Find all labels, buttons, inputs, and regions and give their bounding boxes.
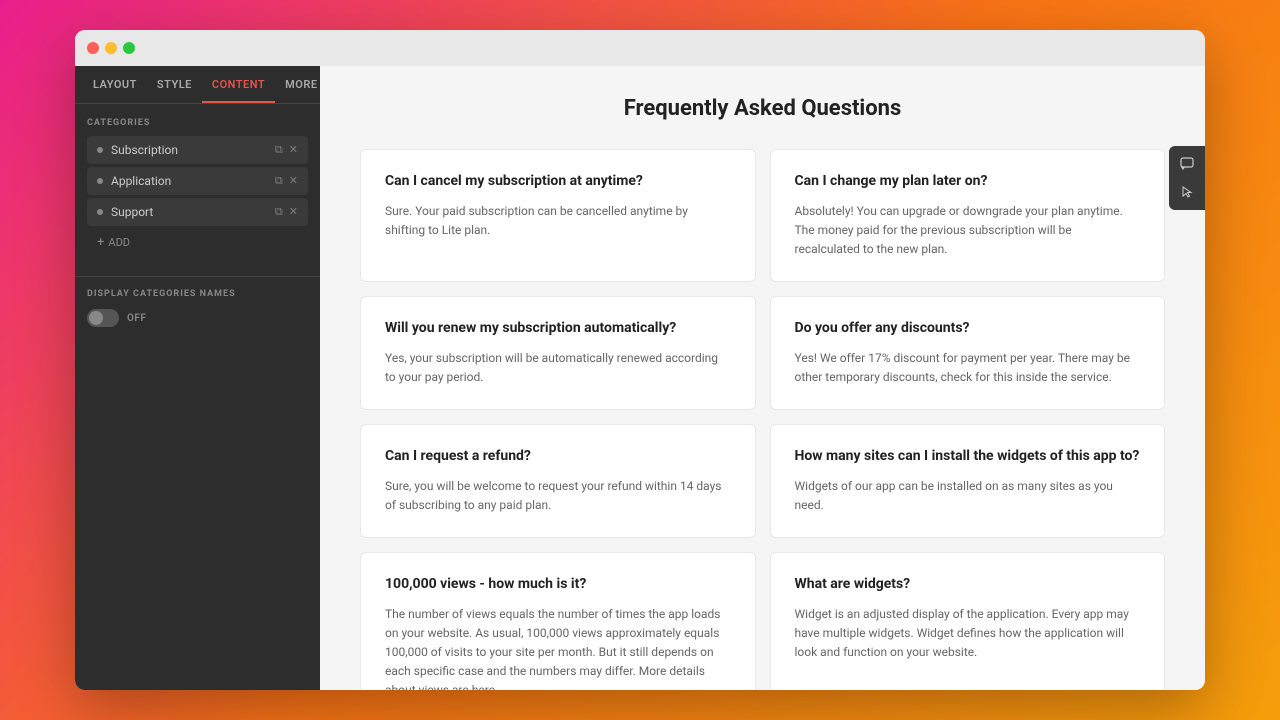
dot-red[interactable] bbox=[87, 42, 99, 54]
delete-icon[interactable]: ✕ bbox=[289, 174, 298, 188]
browser-titlebar bbox=[75, 30, 1205, 66]
category-application[interactable]: Application ⧉ ✕ bbox=[87, 167, 308, 195]
dot-yellow[interactable] bbox=[105, 42, 117, 54]
faq-card-refund: Can I request a refund? Sure, you will b… bbox=[360, 424, 756, 538]
sidebar-tabs: LAYOUT STYLE CONTENT MORE bbox=[75, 66, 320, 104]
faq-card-discounts: Do you offer any discounts? Yes! We offe… bbox=[770, 296, 1166, 410]
faq-answer: Absolutely! You can upgrade or downgrade… bbox=[795, 202, 1141, 260]
categories-label: CATEGORIES bbox=[87, 118, 308, 128]
faq-question: 100,000 views - how much is it? bbox=[385, 575, 731, 595]
category-subscription-actions: ⧉ ✕ bbox=[275, 143, 298, 157]
faq-question: Can I cancel my subscription at anytime? bbox=[385, 172, 731, 192]
categories-section: CATEGORIES Subscription ⧉ ✕ Application … bbox=[75, 104, 320, 264]
main-content: Frequently Asked Questions Can I cancel … bbox=[320, 66, 1205, 690]
category-support-actions: ⧉ ✕ bbox=[275, 205, 298, 219]
category-support[interactable]: Support ⧉ ✕ bbox=[87, 198, 308, 226]
toggle-knob bbox=[89, 311, 103, 325]
faq-question: Do you offer any discounts? bbox=[795, 319, 1141, 339]
add-icon: + bbox=[97, 235, 104, 250]
faq-card-renew: Will you renew my subscription automatic… bbox=[360, 296, 756, 410]
browser-window: LAYOUT STYLE CONTENT MORE CATEGORIES Sub… bbox=[75, 30, 1205, 690]
category-dot-icon bbox=[97, 209, 103, 215]
toggle-row: OFF bbox=[87, 309, 308, 327]
faq-question: How many sites can I install the widgets… bbox=[795, 447, 1141, 467]
category-subscription-name: Subscription bbox=[111, 143, 275, 157]
faq-card-widgets: What are widgets? Widget is an adjusted … bbox=[770, 552, 1166, 690]
floating-toolbar bbox=[1169, 146, 1205, 210]
main-panel: Frequently Asked Questions Can I cancel … bbox=[320, 66, 1205, 690]
display-names-toggle[interactable] bbox=[87, 309, 119, 327]
tab-content[interactable]: CONTENT bbox=[202, 66, 275, 103]
faq-question: What are widgets? bbox=[795, 575, 1141, 595]
faq-question: Will you renew my subscription automatic… bbox=[385, 319, 731, 339]
tab-layout[interactable]: LAYOUT bbox=[83, 66, 147, 103]
browser-body: LAYOUT STYLE CONTENT MORE CATEGORIES Sub… bbox=[75, 66, 1205, 690]
faq-answer: Yes! We offer 17% discount for payment p… bbox=[795, 349, 1141, 387]
faq-question: Can I change my plan later on? bbox=[795, 172, 1141, 192]
category-subscription[interactable]: Subscription ⧉ ✕ bbox=[87, 136, 308, 164]
toolbar-pointer-button[interactable] bbox=[1175, 180, 1199, 204]
faq-answer: Sure, you will be welcome to request you… bbox=[385, 477, 731, 515]
delete-icon[interactable]: ✕ bbox=[289, 205, 298, 219]
faq-question: Can I request a refund? bbox=[385, 447, 731, 467]
faq-card-views: 100,000 views - how much is it? The numb… bbox=[360, 552, 756, 690]
faq-answer: Widgets of our app can be installed on a… bbox=[795, 477, 1141, 515]
category-application-name: Application bbox=[111, 174, 275, 188]
category-dot-icon bbox=[97, 178, 103, 184]
tab-more[interactable]: MORE bbox=[275, 66, 320, 103]
browser-dots bbox=[87, 42, 135, 54]
sidebar-divider bbox=[75, 276, 320, 277]
copy-icon[interactable]: ⧉ bbox=[275, 205, 283, 219]
category-application-actions: ⧉ ✕ bbox=[275, 174, 298, 188]
faq-card-change-plan: Can I change my plan later on? Absolutel… bbox=[770, 149, 1166, 282]
category-dot-icon bbox=[97, 147, 103, 153]
toggle-state-label: OFF bbox=[127, 313, 146, 324]
display-categories-label: DISPLAY CATEGORIES NAMES bbox=[87, 289, 308, 299]
copy-icon[interactable]: ⧉ bbox=[275, 143, 283, 157]
faq-answer: Sure. Your paid subscription can be canc… bbox=[385, 202, 731, 240]
display-section: DISPLAY CATEGORIES NAMES OFF bbox=[75, 289, 320, 327]
faq-answer: Yes, your subscription will be automatic… bbox=[385, 349, 731, 387]
page-title: Frequently Asked Questions bbox=[360, 96, 1165, 121]
faq-grid: Can I cancel my subscription at anytime?… bbox=[360, 149, 1165, 690]
add-category-button[interactable]: + ADD bbox=[87, 229, 308, 256]
add-category-label: ADD bbox=[108, 236, 130, 249]
sidebar: LAYOUT STYLE CONTENT MORE CATEGORIES Sub… bbox=[75, 66, 320, 690]
copy-icon[interactable]: ⧉ bbox=[275, 174, 283, 188]
toolbar-chat-button[interactable] bbox=[1175, 152, 1199, 176]
faq-card-install-sites: How many sites can I install the widgets… bbox=[770, 424, 1166, 538]
delete-icon[interactable]: ✕ bbox=[289, 143, 298, 157]
faq-answer: Widget is an adjusted display of the app… bbox=[795, 605, 1141, 663]
tab-style[interactable]: STYLE bbox=[147, 66, 202, 103]
faq-card-cancel-subscription: Can I cancel my subscription at anytime?… bbox=[360, 149, 756, 282]
faq-answer: The number of views equals the number of… bbox=[385, 605, 731, 690]
category-support-name: Support bbox=[111, 205, 275, 219]
dot-green[interactable] bbox=[123, 42, 135, 54]
